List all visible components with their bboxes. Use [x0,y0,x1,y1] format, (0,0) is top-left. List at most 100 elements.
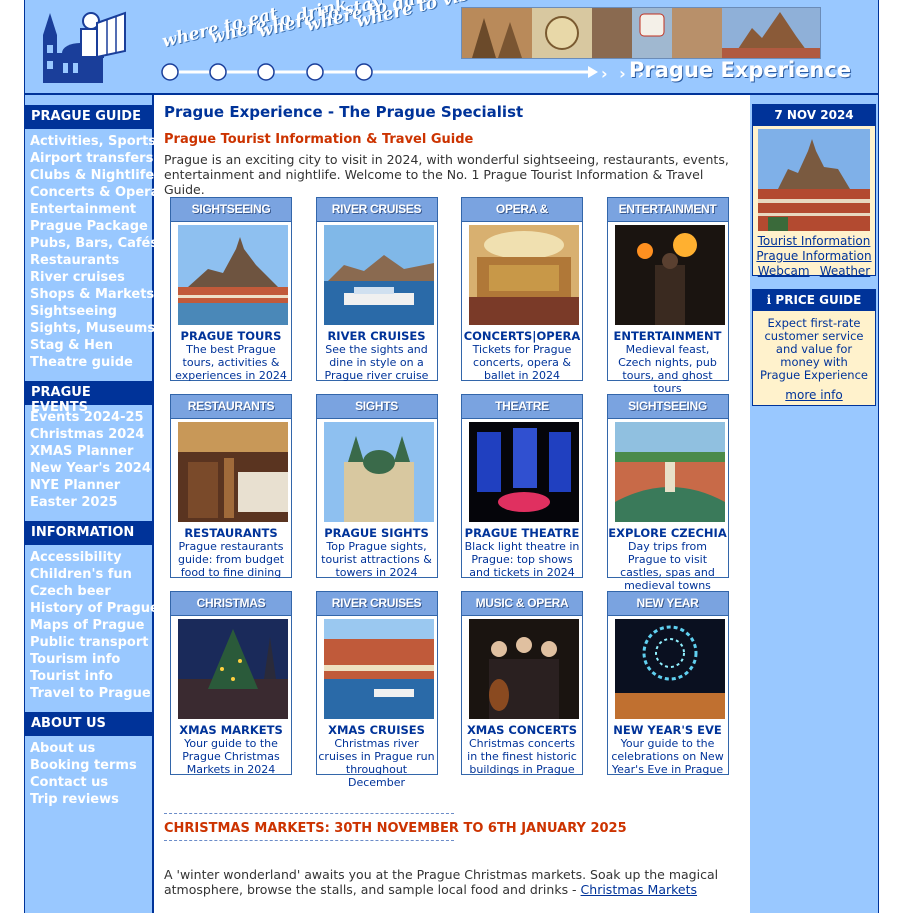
card-description: Your guide to the celebrations on New Ye… [611,737,724,776]
nav-item[interactable]: Entertainment [30,201,152,218]
feature-card[interactable]: RIVER CRUISES XMAS CRUISES Christmas river… [315,591,438,789]
card-title[interactable]: PRAGUE THEATRE [462,526,582,540]
feature-card[interactable]: ENTERTAINMENT ENTERTAINMENT Medieval feast… [606,197,729,395]
nav-item[interactable]: Pubs, Bars, Cafés [30,235,158,252]
card-title[interactable]: RIVER CRUISES [317,329,437,343]
feature-card[interactable]: RESTAURANTS RESTAURANTS Prague restaurants… [170,394,292,579]
card-title[interactable]: NEW YEAR'S EVE [608,723,728,737]
feature-card[interactable]: OPERA & CONCERTS CONCERTS|OPERATickets fo… [461,197,583,382]
nav-item[interactable]: New Year's 2024 [30,460,152,477]
card-description: See the sights and dine in style on a Pr… [324,343,429,382]
feature-card[interactable]: NEW YEAR NEW YEAR'S EVE Your guide to the … [606,591,729,776]
card-photo[interactable] [323,619,434,719]
webcam-link[interactable]: Webcam [758,264,810,278]
card-header: OPERA & CONCERTS [462,198,582,239]
info-icon: i [766,293,772,307]
card-photo[interactable] [469,422,579,522]
nav-list-prague-guide: Activities, Sports Airport transfers Clubs… [25,129,159,371]
card-photo[interactable] [323,225,434,325]
feature-card[interactable]: CHRISTMAS XMAS MARKETS Your guide to the P… [170,591,292,776]
nav-item[interactable]: Travel to Prague [30,685,152,702]
card-title[interactable]: RESTAURANTS [171,526,291,540]
nav-item[interactable]: Tourist info [30,668,152,685]
card-description: Christmas river cruises in Prague run th… [318,737,435,789]
nav-item[interactable]: History of Prague [30,600,159,617]
card-title[interactable]: CONCERTS|OPERA [462,329,582,343]
nav-item[interactable]: Stag & Hen [30,337,152,354]
nav-item[interactable]: Christmas 2024 [30,426,152,443]
nav-item[interactable]: Prague Package [30,218,152,235]
nav-item[interactable]: About us [30,740,152,757]
nav-section-title: PRAGUE GUIDE [25,105,152,129]
nav-item[interactable]: Booking terms [30,757,152,774]
left-sidebar: PRAGUE GUIDE Activities, Sports Airport t… [25,95,159,913]
card-title[interactable]: XMAS MARKETS [171,723,291,737]
nav-item[interactable]: Contact us [30,774,152,791]
feature-card[interactable]: THEATRE PRAGUE THEATRE Black light theatre… [461,394,583,579]
nav-item[interactable]: Maps of Prague [30,617,152,634]
christmas-markets-link[interactable]: Christmas Markets [581,882,697,897]
more-info-link[interactable]: more info [785,388,842,402]
card-header: THEATRE [462,395,582,419]
card-photo[interactable] [614,422,725,522]
card-description: Medieval feast, Czech nights, pub tours,… [618,343,717,395]
weather-link[interactable]: Weather [820,264,871,278]
nav-item[interactable]: Trip reviews [30,791,152,808]
nav-item[interactable]: Activities, Sports [30,133,156,150]
card-header: SIGHTSEEING [171,198,291,222]
feature-card[interactable]: SIGHTSEEING PRAGUE TOURS The best Prague t… [170,197,292,382]
nav-item[interactable]: Clubs & Nightlife [30,167,154,184]
nav-item[interactable]: Shops & Markets [30,286,154,303]
feature-card[interactable]: SIGHTSEEING EXPLORE CZECHIA Day trips from… [606,394,729,592]
nav-item[interactable]: Tourism info [30,651,152,668]
nav-section-title: ABOUT US [25,712,152,736]
price-guide-text: Expect first-rate customer service and v… [760,316,868,382]
xmas-heading: CHRISTMAS MARKETS: 30TH NOVEMBER TO 6TH … [164,821,627,836]
date-label: 7 NOV 2024 [753,105,875,126]
divider [164,840,454,841]
nav-item[interactable]: XMAS Planner [30,443,152,460]
nav-item[interactable]: Airport transfers [30,150,153,167]
nav-item[interactable]: Sights, Museums [30,320,155,337]
feature-card[interactable]: RIVER CRUISES RIVER CRUISES See the sights… [315,197,438,382]
card-photo[interactable] [469,225,579,325]
tourist-map-logo[interactable] [37,5,127,85]
nav-item[interactable]: Concerts & Opera [30,184,159,201]
nav-item[interactable]: Public transport [30,634,152,651]
card-header: SIGHTS [316,395,437,419]
nav-list-prague-events: Events 2024-25 Christmas 2024 XMAS Planner… [25,405,152,511]
card-photo[interactable] [614,225,725,325]
nav-item[interactable]: Sightseeing [30,303,152,320]
castle-photo[interactable] [758,129,870,231]
card-photo[interactable] [469,619,579,719]
site-header: where to eat where to drink where to sta… [25,0,878,95]
nav-item[interactable]: Easter 2025 [30,494,152,511]
tourist-information-link[interactable]: Tourist Information [758,234,871,248]
card-title[interactable]: EXPLORE CZECHIA [608,526,728,540]
nav-item[interactable]: NYE Planner [30,477,152,494]
card-title[interactable]: PRAGUE SIGHTS [317,526,437,540]
card-title[interactable]: XMAS CONCERTS [462,723,582,737]
card-title[interactable]: XMAS CRUISES [317,723,437,737]
card-title[interactable]: PRAGUE TOURS [171,329,291,343]
card-photo[interactable] [178,422,288,522]
nav-item[interactable]: Theatre guide [30,354,152,371]
brand-name[interactable]: Prague Experience [629,58,851,82]
card-header: RIVER CRUISES [316,592,437,616]
card-photo[interactable] [178,225,288,325]
nav-item[interactable]: River cruises [30,269,152,286]
card-title[interactable]: ENTERTAINMENT [608,329,728,343]
nav-item[interactable]: Accessibility [30,549,152,566]
card-header: RESTAURANTS [171,395,291,419]
nav-item[interactable]: Children's fun [30,566,152,583]
feature-card[interactable]: MUSIC & OPERA XMAS CONCERTS Christmas conc… [461,591,583,776]
card-photo[interactable] [614,619,725,719]
nav-item[interactable]: Events 2024-25 [30,409,152,426]
card-header: MUSIC & OPERA [462,592,582,616]
feature-card[interactable]: SIGHTS PRAGUE SIGHTS Top Prague sights, to… [315,394,438,579]
card-photo[interactable] [323,422,434,522]
card-header: SIGHTSEEING [607,395,728,419]
nav-item[interactable]: Restaurants [30,252,152,269]
card-photo[interactable] [178,619,288,719]
nav-item[interactable]: Czech beer [30,583,152,600]
